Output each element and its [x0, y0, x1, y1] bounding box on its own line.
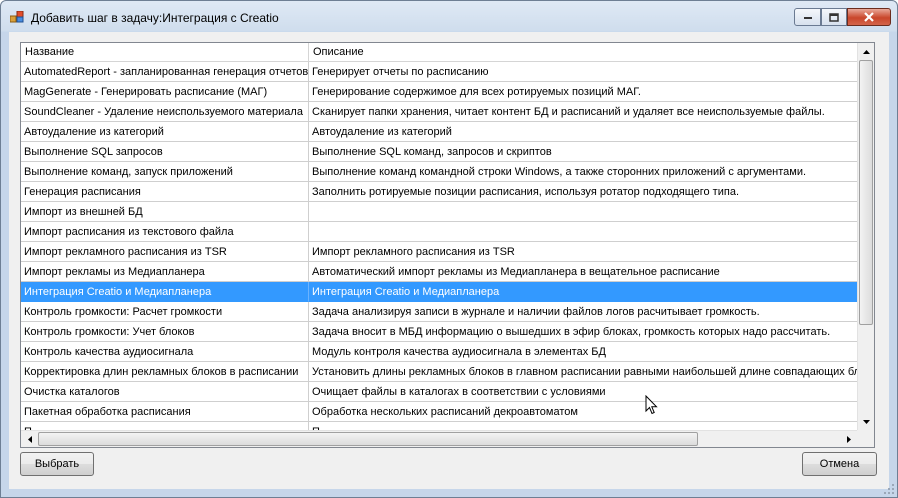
- horizontal-scrollbar[interactable]: [21, 430, 857, 447]
- table-row[interactable]: Автоудаление из категорий Автоудаление из…: [21, 122, 857, 142]
- arrow-down-icon: [862, 419, 870, 424]
- row-name-cell: Импорт расписания из текстового файла: [21, 222, 309, 242]
- row-description-cell: [309, 202, 857, 222]
- mouse-pointer-icon: [645, 395, 658, 415]
- row-name-cell: Выполнение SQL запросов: [21, 142, 309, 162]
- row-description-cell: Очищает файлы в каталогах в соответствии…: [309, 382, 857, 402]
- table-row[interactable]: Контроль качества аудиосигнала Модуль кон…: [21, 342, 857, 362]
- row-description-cell: Выполнение SQL команд, запросов и скрипт…: [309, 142, 857, 162]
- window-title: Добавить шаг в задачу:Интеграция с Creat…: [31, 11, 279, 25]
- row-description-cell: Импорт рекламного расписания из TSR: [309, 242, 857, 262]
- table-row[interactable]: Импорт расписания из текстового файла: [21, 222, 857, 242]
- horizontal-scroll-thumb[interactable]: [38, 432, 698, 446]
- cancel-button[interactable]: Отмена: [802, 452, 877, 476]
- table-row[interactable]: Пакетная обработка расписания Обработка н…: [21, 402, 857, 422]
- row-description-cell: Автоматический импорт рекламы из Медиапл…: [309, 262, 857, 282]
- dialog-client-area: Название Описание AutomatedReport - запл…: [9, 32, 889, 489]
- row-description-cell: Интеграция Creatio и Медиапланера: [309, 282, 857, 302]
- row-description-cell: Обработка нескольких расписаний декроавт…: [309, 402, 857, 422]
- list-header: Название Описание: [21, 43, 857, 62]
- scrollbar-corner: [857, 430, 874, 447]
- row-description-cell: Сканирует папки хранения, читает контент…: [309, 102, 857, 122]
- table-row[interactable]: Импорт из внешней БД: [21, 202, 857, 222]
- row-description-cell: Выполнение команд командной строки Windo…: [309, 162, 857, 182]
- app-icon: [10, 11, 24, 23]
- maximize-button[interactable]: [821, 8, 847, 26]
- row-description-cell: Модуль контроля качества аудиосигнала в …: [309, 342, 857, 362]
- row-name-cell: Импорт рекламного расписания из TSR: [21, 242, 309, 262]
- table-row[interactable]: Импорт рекламы из Медиапланера Автоматиче…: [21, 262, 857, 282]
- row-name-cell: Выполнение команд, запуск приложений: [21, 162, 309, 182]
- vertical-scrollbar[interactable]: [857, 43, 874, 430]
- table-row[interactable]: Контроль громкости: Расчет громкости Зада…: [21, 302, 857, 322]
- close-icon: [864, 12, 874, 22]
- row-description-cell: Задача анализируя записи в журнале и нал…: [309, 302, 857, 322]
- row-description-cell: Автоудаление из категорий: [309, 122, 857, 142]
- table-row[interactable]: Генерация расписания Заполнить ротируемые…: [21, 182, 857, 202]
- row-name-cell: Контроль громкости: Учет блоков: [21, 322, 309, 342]
- maximize-icon: [829, 12, 839, 22]
- row-name-cell: Контроль громкости: Расчет громкости: [21, 302, 309, 322]
- row-description-cell: Генерирование содержимое для всех ротиру…: [309, 82, 857, 102]
- column-header-description[interactable]: Описание: [309, 43, 857, 61]
- table-row[interactable]: Корректировка длин рекламных блоков в ра…: [21, 362, 857, 382]
- row-name-cell: Автоудаление из категорий: [21, 122, 309, 142]
- minimize-icon: [803, 17, 812, 19]
- arrow-left-icon: [27, 435, 32, 443]
- table-row[interactable]: Контроль громкости: Учет блоков Задача вн…: [21, 322, 857, 342]
- scroll-up-button[interactable]: [858, 43, 874, 60]
- row-name-cell: Пакетная обработка расписания: [21, 402, 309, 422]
- close-button[interactable]: [847, 8, 891, 26]
- table-row[interactable]: Очистка каталогов Очищает файлы в каталог…: [21, 382, 857, 402]
- resize-grip-icon[interactable]: [883, 483, 895, 495]
- table-row[interactable]: AutomatedReport - запланированная генера…: [21, 62, 857, 82]
- row-name-cell: Корректировка длин рекламных блоков в ра…: [21, 362, 309, 382]
- table-row[interactable]: SoundCleaner - Удаление неиспользуемого …: [21, 102, 857, 122]
- row-description-cell: Заполнить ротируемые позиции расписания,…: [309, 182, 857, 202]
- row-description-cell: Задача вносит в МБД информацию о вышедши…: [309, 322, 857, 342]
- scroll-left-button[interactable]: [21, 431, 38, 447]
- row-name-cell: Генерация расписания: [21, 182, 309, 202]
- table-row[interactable]: Выполнение SQL запросов Выполнение SQL ко…: [21, 142, 857, 162]
- row-name-cell: Очистка каталогов: [21, 382, 309, 402]
- row-name-cell: AutomatedReport - запланированная генера…: [21, 62, 309, 82]
- row-name-cell: SoundCleaner - Удаление неиспользуемого …: [21, 102, 309, 122]
- arrow-up-icon: [862, 49, 870, 54]
- row-name-cell: Импорт из внешней БД: [21, 202, 309, 222]
- arrow-right-icon: [846, 435, 851, 443]
- scroll-right-button[interactable]: [840, 431, 857, 447]
- minimize-button[interactable]: [794, 8, 821, 26]
- row-name-cell: Интеграция Creatio и Медиапланера: [21, 282, 309, 302]
- row-name-cell: Импорт рекламы из Медиапланера: [21, 262, 309, 282]
- table-row[interactable]: Импорт рекламного расписания из TSR Импор…: [21, 242, 857, 262]
- row-description-cell: Установить длины рекламных блоков в глав…: [309, 362, 857, 382]
- row-description-cell: Генерирует отчеты по расписанию: [309, 62, 857, 82]
- scroll-down-button[interactable]: [858, 413, 874, 430]
- column-header-name[interactable]: Название: [21, 43, 309, 61]
- table-row[interactable]: Выполнение команд, запуск приложений Выпо…: [21, 162, 857, 182]
- dialog-window: Добавить шаг в задачу:Интеграция с Creat…: [0, 0, 898, 498]
- steps-list[interactable]: Название Описание AutomatedReport - запл…: [20, 42, 875, 448]
- title-bar[interactable]: Добавить шаг в задачу:Интеграция с Creat…: [1, 1, 897, 32]
- row-name-cell: MagGenerate - Генерировать расписание (М…: [21, 82, 309, 102]
- table-row[interactable]: Интеграция Creatio и Медиапланера Интегра…: [21, 282, 857, 302]
- vertical-scroll-thumb[interactable]: [859, 60, 873, 325]
- row-description-cell: [309, 222, 857, 242]
- table-row[interactable]: MagGenerate - Генерировать расписание (М…: [21, 82, 857, 102]
- select-button[interactable]: Выбрать: [20, 452, 94, 476]
- row-name-cell: Контроль качества аудиосигнала: [21, 342, 309, 362]
